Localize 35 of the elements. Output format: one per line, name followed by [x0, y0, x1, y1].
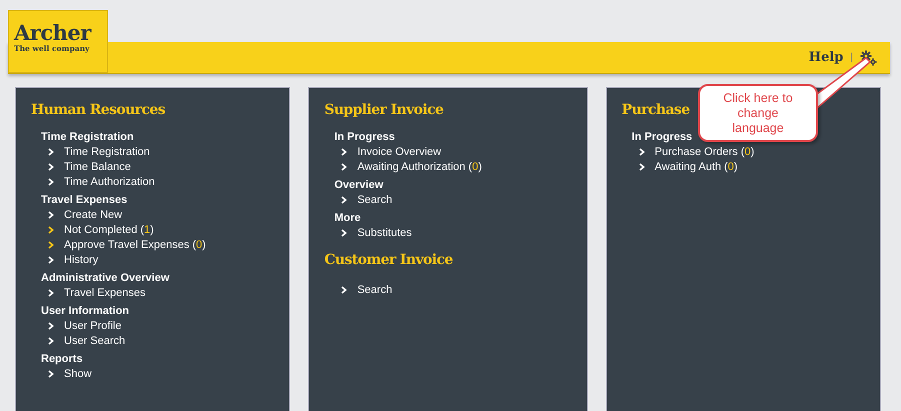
section-title: Customer Invoice [324, 252, 453, 268]
menu-link[interactable]: Purchase Orders (0) [654, 146, 754, 158]
menu-link[interactable]: Show [64, 368, 92, 380]
menu-link[interactable]: Time Authorization [64, 176, 155, 188]
callout: Click here to change language [698, 84, 818, 142]
menu-link[interactable]: Invoice Overview [357, 146, 442, 158]
section-title: Human Resources [31, 102, 165, 118]
menu-link[interactable]: Create New [64, 208, 122, 220]
menu-link[interactable]: Search [357, 194, 392, 206]
menu-link[interactable]: Time Registration [64, 146, 150, 158]
group-heading: Administrative Overview [41, 271, 170, 285]
menu-link[interactable]: Time Balance [64, 160, 131, 172]
logo-name: Archer [14, 22, 92, 44]
menu-link[interactable]: History [64, 254, 98, 266]
group-heading: Overview [334, 178, 384, 192]
group-heading: In Progress [334, 130, 396, 144]
menu-link[interactable]: Travel Expenses [64, 286, 146, 298]
menu-link[interactable]: User Profile [64, 320, 122, 332]
menu-link[interactable]: Approve Travel Expenses (0) [64, 238, 206, 250]
group-heading: Reports [41, 352, 84, 366]
menu-link[interactable]: Not Completed (1) [64, 224, 154, 236]
menu-link[interactable]: Search [357, 284, 392, 296]
section-title: Purchase [622, 102, 690, 118]
menu-link[interactable]: User Search [64, 334, 126, 346]
menu-link[interactable]: Awaiting Authorization (0) [357, 160, 482, 172]
group-heading: More [334, 211, 362, 225]
group-heading: Time Registration [41, 130, 135, 144]
separator: | [850, 52, 853, 63]
group-heading: Travel Expenses [41, 193, 128, 207]
group-heading: In Progress [632, 130, 694, 144]
menu-link[interactable]: Awaiting Auth (0) [654, 160, 738, 172]
section-title: Supplier Invoice [324, 102, 444, 118]
help-link[interactable]: Help [808, 50, 844, 65]
group-heading: User Information [41, 304, 130, 318]
menu-link[interactable]: Substitutes [357, 226, 412, 238]
